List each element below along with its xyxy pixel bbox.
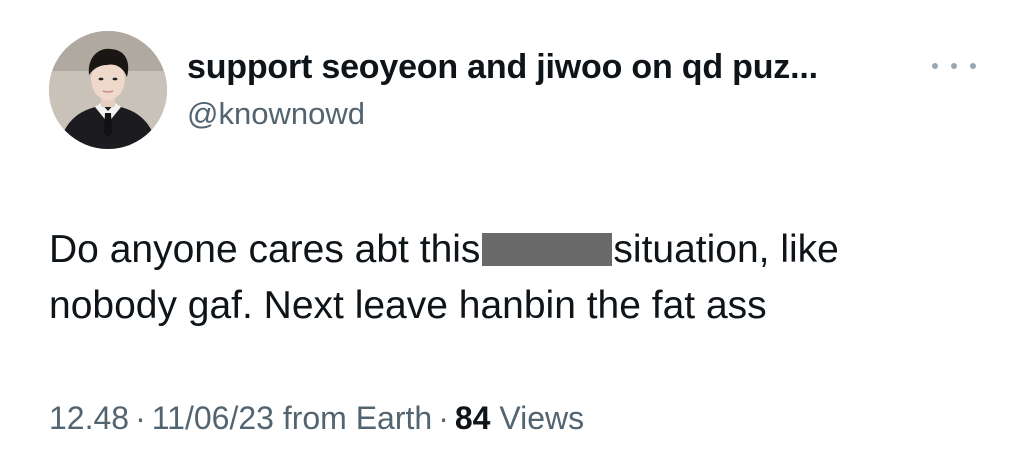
views-label[interactable]: Views xyxy=(499,400,584,436)
meta-separator: · xyxy=(438,400,449,436)
avatar[interactable] xyxy=(49,31,167,149)
meta-separator: · xyxy=(135,400,146,436)
tweet-text-line-2: nobody gaf. Next leave hanbin the fat as… xyxy=(49,284,767,327)
tweet-time[interactable]: 12.48 xyxy=(49,400,129,436)
author-handle[interactable]: @knownowd xyxy=(187,96,365,132)
tweet-date-source[interactable]: 11/06/23 from Earth xyxy=(152,400,432,436)
tweet-meta: 12.48 · 11/06/23 from Earth · 84 Views xyxy=(49,400,584,437)
more-horizontal-icon-dot xyxy=(970,63,976,69)
avatar-image xyxy=(49,31,167,149)
tweet-text-segment: situation, like xyxy=(613,228,839,271)
tweet-card: support seoyeon and jiwoo on qd puz... @… xyxy=(0,0,1024,466)
more-horizontal-icon-dot xyxy=(951,63,957,69)
redaction-block xyxy=(482,233,613,266)
more-horizontal-icon xyxy=(932,63,938,69)
views-count[interactable]: 84 xyxy=(455,400,491,436)
tweet-text-line-1: Do anyone cares abt this situation, like xyxy=(49,222,989,278)
more-options-button[interactable] xyxy=(932,56,976,76)
author-display-name[interactable]: support seoyeon and jiwoo on qd puz... xyxy=(187,48,818,87)
tweet-text: Do anyone cares abt this situation, like … xyxy=(49,222,989,334)
tweet-text-segment: Do anyone cares abt this xyxy=(49,228,481,271)
